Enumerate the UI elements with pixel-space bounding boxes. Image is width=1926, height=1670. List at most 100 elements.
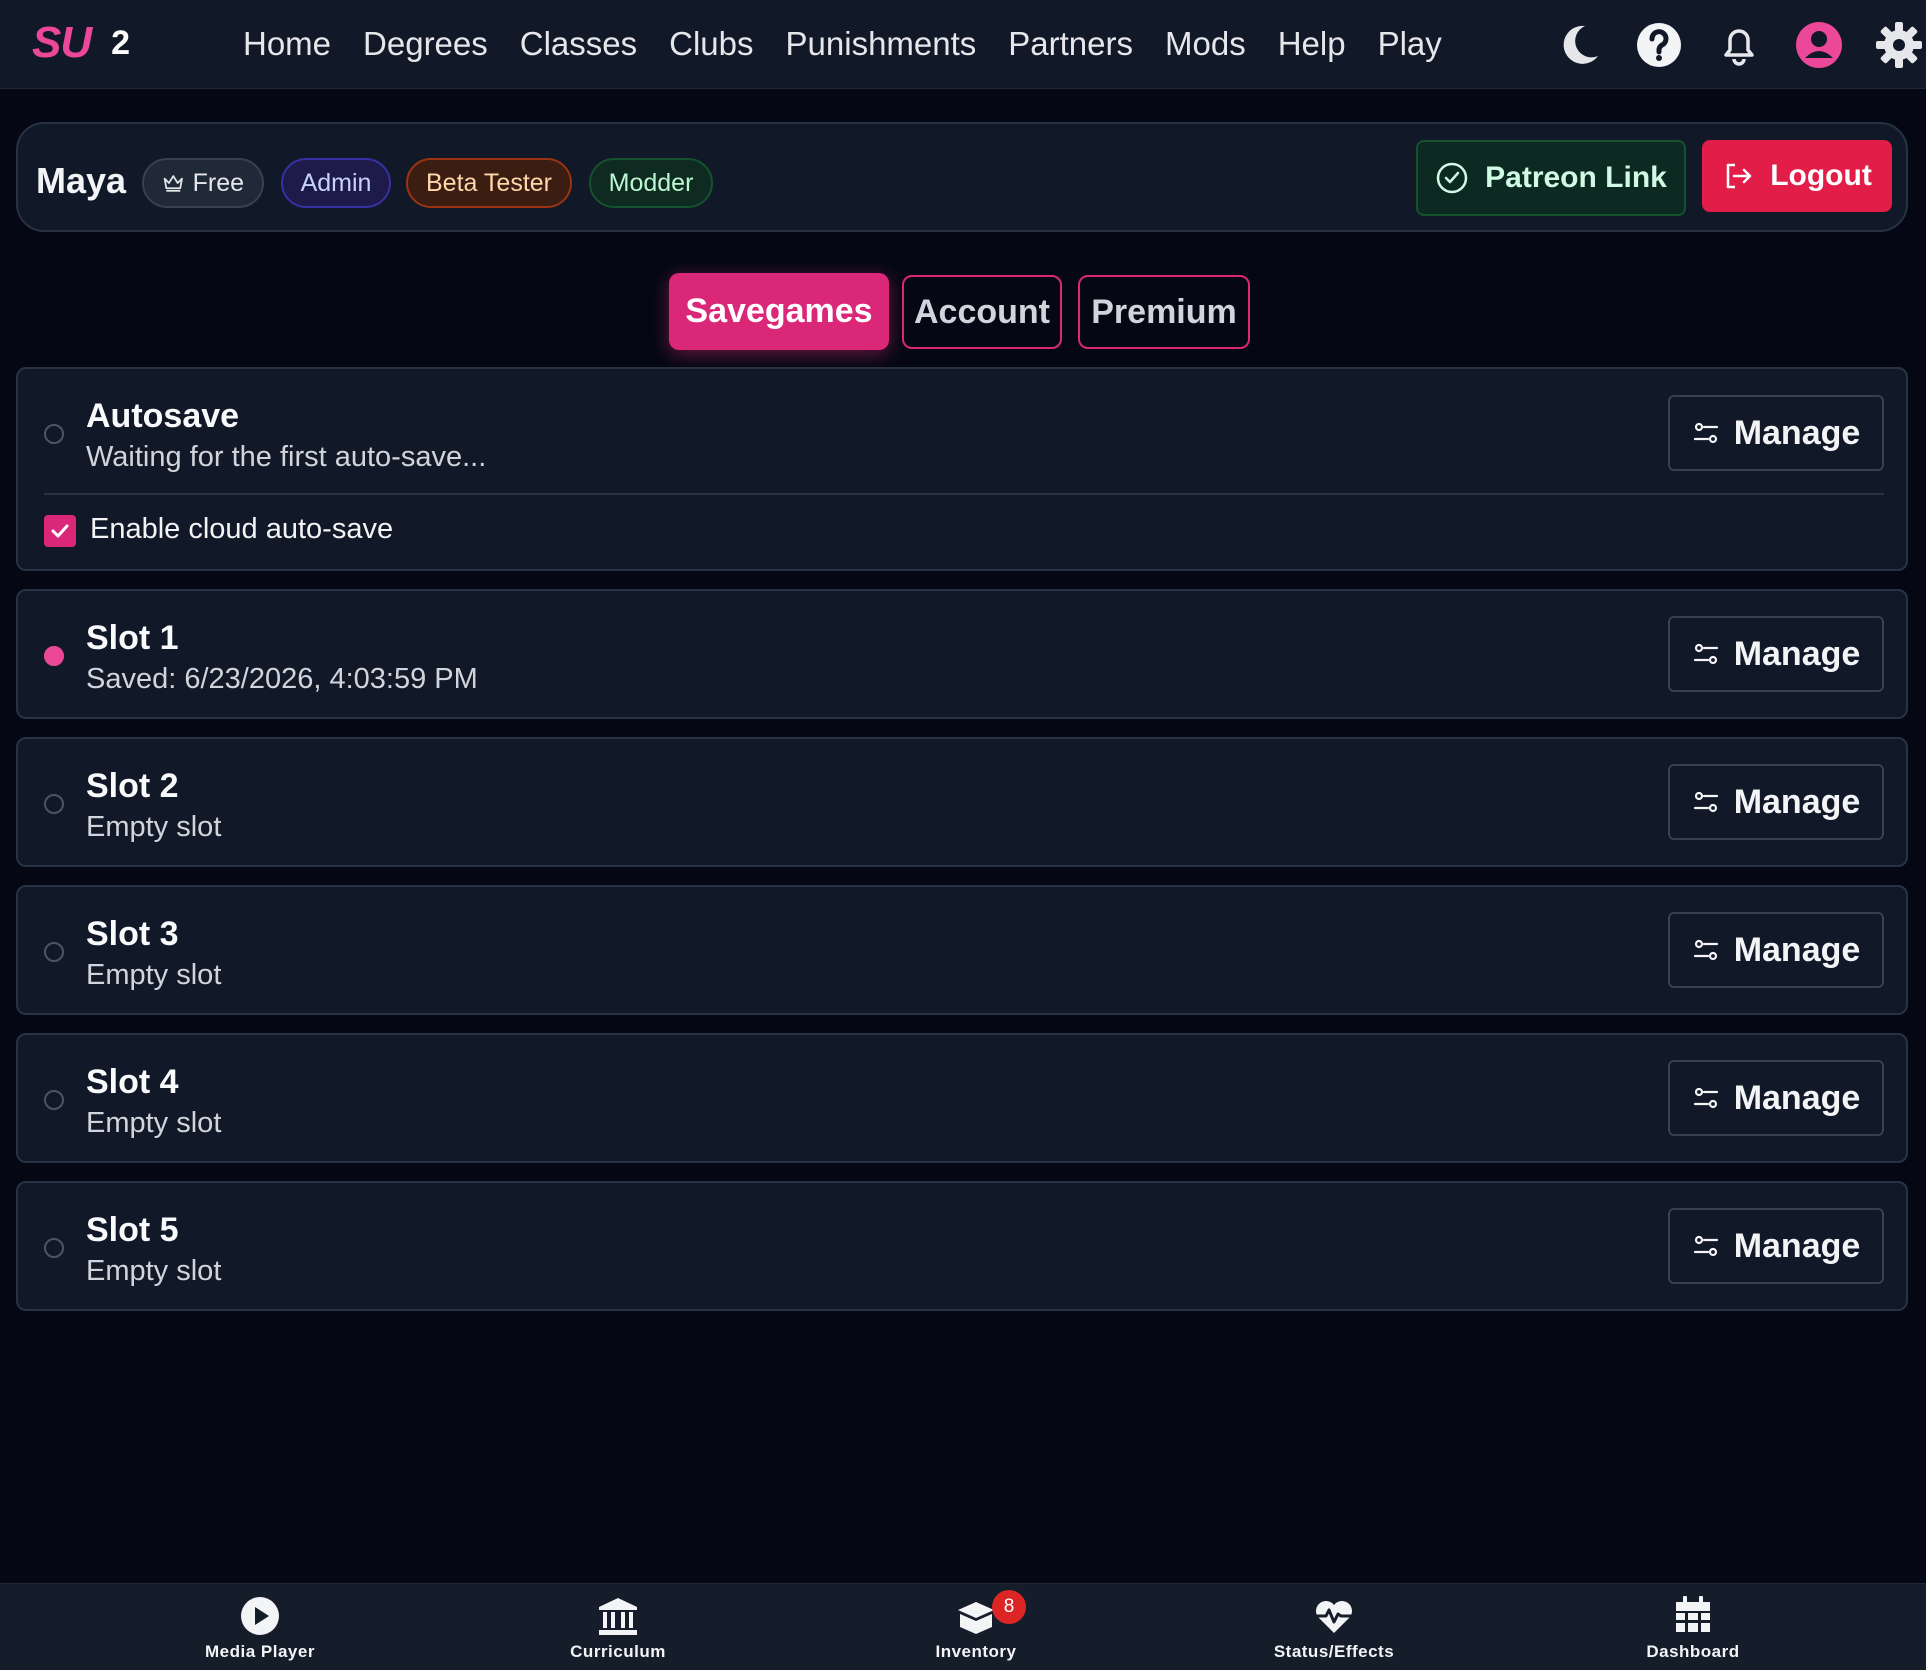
logo-text: SU: [32, 18, 92, 67]
nav-link-play[interactable]: Play: [1378, 22, 1442, 66]
bell-icon[interactable]: [1712, 18, 1766, 72]
slot-status: Empty slot: [86, 811, 222, 843]
calendar-icon: [1676, 1596, 1710, 1632]
crown-icon: [163, 175, 183, 192]
save-slot-card: Slot 4 Empty slot Manage: [16, 1033, 1908, 1163]
tab-account[interactable]: Account: [902, 275, 1062, 349]
sliders-icon: [1693, 1087, 1718, 1109]
autosave-divider: [44, 493, 1884, 495]
patreon-link-button[interactable]: Patreon Link: [1416, 140, 1686, 216]
nav-link-mods[interactable]: Mods: [1165, 22, 1246, 66]
user-icon[interactable]: [1792, 18, 1846, 72]
play-circle-icon: [241, 1597, 279, 1635]
top-icon-group: [1526, 18, 1926, 72]
nav-link-classes[interactable]: Classes: [520, 22, 637, 66]
sliders-icon: [1693, 1235, 1718, 1257]
badge-beta-tester: Beta Tester: [406, 158, 572, 208]
manage-label: Manage: [1733, 634, 1861, 673]
sliders-icon: [1693, 422, 1718, 444]
bottom-nav-label: Status/Effects: [1273, 1642, 1395, 1661]
sliders-icon: [1693, 791, 1718, 813]
slot-manage-button[interactable]: Manage: [1668, 764, 1884, 840]
nav-link-degrees[interactable]: Degrees: [363, 22, 488, 66]
patreon-label: Patreon Link: [1485, 161, 1667, 194]
save-slot-card: Slot 5 Empty slot Manage: [16, 1181, 1908, 1311]
autosave-card: Autosave Waiting for the first auto-save…: [16, 367, 1908, 571]
slot-title: Slot 5: [86, 1211, 179, 1249]
autosave-status: Waiting for the first auto-save...: [86, 441, 487, 473]
bottom-nav-status-effects[interactable]: Status/Effects: [1224, 1594, 1444, 1666]
nav-link-partners[interactable]: Partners: [1008, 22, 1133, 66]
nav-link-home[interactable]: Home: [243, 22, 331, 66]
save-slot-card: Slot 2 Empty slot Manage: [16, 737, 1908, 867]
save-slot-card: Slot 1 Saved: 6/23/2026, 4:03:59 PM Mana…: [16, 589, 1908, 719]
slot-radio[interactable]: [44, 1238, 64, 1258]
sliders-icon: [1693, 643, 1718, 665]
save-slot-card: Slot 3 Empty slot Manage: [16, 885, 1908, 1015]
slot-title: Slot 4: [86, 1063, 179, 1101]
nav-link-clubs[interactable]: Clubs: [669, 22, 753, 66]
autosave-title: Autosave: [86, 397, 240, 435]
moon-icon[interactable]: [1552, 18, 1606, 72]
badge-free: Free: [142, 158, 264, 208]
bottom-nav-dashboard[interactable]: Dashboard: [1583, 1594, 1803, 1666]
logo-version: 2: [111, 23, 131, 62]
nav-link-punishments[interactable]: Punishments: [786, 22, 977, 66]
badge-admin: Admin: [281, 158, 391, 208]
manage-label: Manage: [1733, 1078, 1861, 1117]
slot-radio[interactable]: [44, 794, 64, 814]
app-logo[interactable]: SU 2: [32, 18, 130, 68]
bottom-nav-media-player[interactable]: Media Player: [150, 1594, 370, 1666]
bottom-navbar: Media Player Curriculum Inventory 8 Stat…: [0, 1583, 1926, 1670]
main-nav: Home Degrees Classes Clubs Punishments P…: [243, 22, 1474, 66]
slot-status: Saved: 6/23/2026, 4:03:59 PM: [86, 663, 478, 695]
manage-label: Manage: [1733, 782, 1861, 821]
logout-label: Logout: [1770, 159, 1872, 192]
slot-radio[interactable]: [44, 646, 64, 666]
box-open-icon: [958, 1602, 994, 1634]
slot-manage-button[interactable]: Manage: [1668, 616, 1884, 692]
slot-radio[interactable]: [44, 1090, 64, 1110]
autosave-radio[interactable]: [44, 424, 64, 444]
sliders-icon: [1693, 939, 1718, 961]
inventory-count-badge: 8: [992, 1590, 1026, 1624]
manage-label: Manage: [1733, 1226, 1861, 1265]
profile-header: Maya Free Admin Beta Tester Modder Patre…: [16, 122, 1908, 232]
help-icon[interactable]: [1632, 18, 1686, 72]
check-circle-icon: [1436, 162, 1468, 194]
logout-icon: [1726, 163, 1752, 189]
slot-title: Slot 2: [86, 767, 179, 805]
slot-manage-button[interactable]: Manage: [1668, 912, 1884, 988]
nav-link-help[interactable]: Help: [1278, 22, 1346, 66]
bottom-nav-inventory[interactable]: Inventory 8: [866, 1590, 1086, 1666]
badge-free-label: Free: [192, 168, 244, 197]
badge-beta-label: Beta Tester: [426, 168, 553, 197]
slot-status: Empty slot: [86, 959, 222, 991]
slot-manage-button[interactable]: Manage: [1668, 1060, 1884, 1136]
manage-label: Manage: [1733, 413, 1861, 452]
slot-manage-button[interactable]: Manage: [1668, 1208, 1884, 1284]
bottom-nav-label: Curriculum: [570, 1642, 666, 1661]
tab-savegames[interactable]: Savegames: [669, 273, 889, 350]
tab-premium[interactable]: Premium: [1078, 275, 1250, 349]
slot-title: Slot 1: [86, 619, 179, 657]
bottom-nav-label: Media Player: [205, 1642, 315, 1661]
cloud-autosave-label: Enable cloud auto-save: [90, 513, 394, 545]
cloud-autosave-checkbox[interactable]: [44, 515, 76, 547]
bottom-nav-curriculum[interactable]: Curriculum: [508, 1594, 728, 1666]
badge-modder-label: Modder: [608, 168, 694, 197]
gear-icon[interactable]: [1872, 18, 1926, 72]
slot-radio[interactable]: [44, 942, 64, 962]
autosave-manage-button[interactable]: Manage: [1668, 395, 1884, 471]
checkmark-icon: [51, 524, 69, 538]
badge-admin-label: Admin: [300, 168, 372, 197]
profile-name: Maya: [36, 160, 127, 201]
bottom-nav-label: Dashboard: [1646, 1642, 1740, 1661]
bottom-nav-label: Inventory: [935, 1642, 1017, 1661]
slot-title: Slot 3: [86, 915, 179, 953]
logout-button[interactable]: Logout: [1702, 140, 1892, 212]
top-navbar: SU 2 Home Degrees Classes Clubs Punishme…: [0, 0, 1926, 89]
slot-status: Empty slot: [86, 1255, 222, 1287]
slot-status: Empty slot: [86, 1107, 222, 1139]
institution-icon: [599, 1598, 637, 1635]
